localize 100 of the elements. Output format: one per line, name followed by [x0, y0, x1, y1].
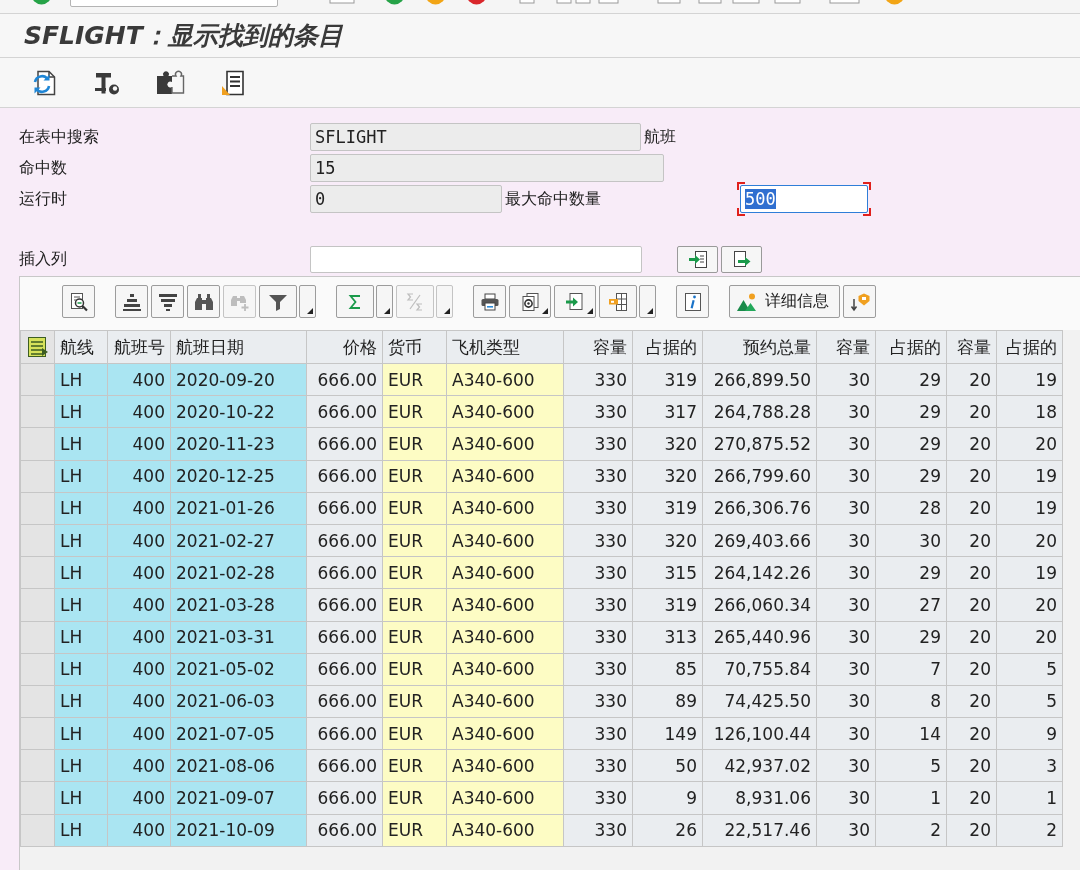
input-field[interactable]: 15: [310, 154, 664, 182]
table-cell: 330: [564, 524, 633, 558]
table-cell: EUR: [383, 396, 447, 429]
table-cell: 2021-08-06: [171, 750, 307, 783]
table-cell: 330: [564, 718, 633, 751]
table-cell: 330: [564, 557, 633, 590]
find-button[interactable]: [187, 285, 220, 318]
table-cell: 2020-12-25: [171, 460, 307, 493]
table-cell: 266,060.34: [703, 589, 817, 622]
table-cell: 19: [997, 460, 1063, 493]
table-cell: 20: [997, 621, 1063, 654]
table-cell: A340-600: [447, 492, 564, 525]
table-cell: 330: [564, 750, 633, 783]
table-cell: 1: [997, 782, 1063, 815]
table-cell: 30: [817, 814, 876, 847]
details-button[interactable]: [62, 285, 95, 318]
table-cell: LH: [55, 460, 108, 493]
export-button[interactable]: [554, 285, 596, 318]
table-cell: 20: [947, 718, 997, 751]
table-cell: LH: [55, 428, 108, 461]
table-cell: 320: [633, 428, 703, 461]
table-cell: EUR: [383, 364, 447, 397]
dropdown-button[interactable]: [639, 285, 656, 318]
table-cell: EUR: [383, 750, 447, 783]
table-cell: 74,425.50: [703, 685, 817, 719]
extras-button[interactable]: [843, 285, 876, 318]
table-cell: 8,931.06: [703, 782, 817, 815]
table-cell: 330: [564, 782, 633, 815]
table-cell: 30: [817, 524, 876, 558]
table-layout-icon: [608, 291, 628, 312]
table-cell: A340-600: [447, 557, 564, 590]
table-cell: 266,799.60: [703, 460, 817, 493]
sort-ascending-icon: [121, 291, 142, 312]
table-cell: 319: [633, 492, 703, 525]
input-field[interactable]: 0: [310, 185, 502, 213]
table-cell: 666.00: [307, 589, 383, 622]
table-cell: EUR: [383, 685, 447, 719]
table-cell: EUR: [383, 782, 447, 815]
input-field[interactable]: [310, 246, 642, 273]
append-column-button[interactable]: [721, 246, 762, 273]
table-cell: 20: [947, 460, 997, 493]
table-cell: 264,142.26: [703, 557, 817, 590]
table-cell: 320: [633, 524, 703, 558]
column-header[interactable]: 占据的: [876, 330, 947, 364]
input-field[interactable]: 500: [737, 182, 871, 216]
column-header[interactable]: 航班日期: [171, 330, 307, 364]
column-header[interactable]: 容量: [564, 330, 633, 364]
table-cell: 19: [997, 492, 1063, 525]
table-cell: 30: [817, 589, 876, 622]
table-cell: 330: [564, 460, 633, 493]
column-header[interactable]: 货币: [383, 330, 447, 364]
table-cell: 266,306.76: [703, 492, 817, 525]
views-button[interactable]: [509, 285, 551, 318]
print-button[interactable]: [473, 285, 506, 318]
table-cell: 666.00: [307, 750, 383, 783]
table-cell: LH: [55, 685, 108, 719]
table-cell: 20: [947, 492, 997, 525]
table-cell: 9: [997, 718, 1063, 751]
table-cell: 30: [817, 364, 876, 397]
sort-descending-button[interactable]: [151, 285, 184, 318]
table-cell: 266,899.50: [703, 364, 817, 397]
table-cell: 265,440.96: [703, 621, 817, 654]
filter-button[interactable]: [259, 285, 297, 318]
table-cell: 330: [564, 492, 633, 525]
info-button[interactable]: [676, 285, 709, 318]
document-list-icon[interactable]: [219, 68, 247, 97]
table-cell: LH: [55, 718, 108, 751]
table-cell: 666.00: [307, 524, 383, 558]
dropdown-button[interactable]: [376, 285, 393, 318]
column-header[interactable]: 航线: [55, 330, 108, 364]
table-cell: 29: [876, 396, 947, 429]
column-header[interactable]: 飞机类型: [447, 330, 564, 364]
table-cell: 20: [947, 653, 997, 686]
table-cell: 5: [997, 653, 1063, 686]
column-header[interactable]: 预约总量: [703, 330, 817, 364]
column-header[interactable]: 容量: [947, 330, 997, 364]
puzzle-icon[interactable]: [155, 68, 185, 97]
input-field[interactable]: SFLIGHT: [310, 123, 641, 151]
sort-ascending-button[interactable]: [115, 285, 148, 318]
table-cell: 20: [947, 557, 997, 590]
table-cell: 20: [947, 364, 997, 397]
table-cell: LH: [55, 557, 108, 590]
detail-info-button[interactable]: 详细信息: [729, 285, 840, 318]
table-cell: 42,937.02: [703, 750, 817, 783]
mountain-icon: [737, 291, 757, 312]
table-cell: 330: [564, 653, 633, 686]
column-header[interactable]: 航班号: [108, 330, 171, 364]
table-settings-icon[interactable]: [26, 336, 49, 358]
column-header[interactable]: 占据的: [633, 330, 703, 364]
table-cell: 2020-11-23: [171, 428, 307, 461]
column-header[interactable]: 占据的: [997, 330, 1063, 364]
column-header[interactable]: 价格: [307, 330, 383, 364]
insert-column-button[interactable]: [677, 246, 718, 273]
table-cell: 400: [108, 428, 171, 461]
table-cell: 400: [108, 685, 171, 719]
table-cell: 20: [947, 814, 997, 847]
column-header[interactable]: 容量: [817, 330, 876, 364]
table-cell: 30: [817, 492, 876, 525]
dropdown-button[interactable]: [299, 285, 316, 318]
layout-button[interactable]: [599, 285, 637, 318]
